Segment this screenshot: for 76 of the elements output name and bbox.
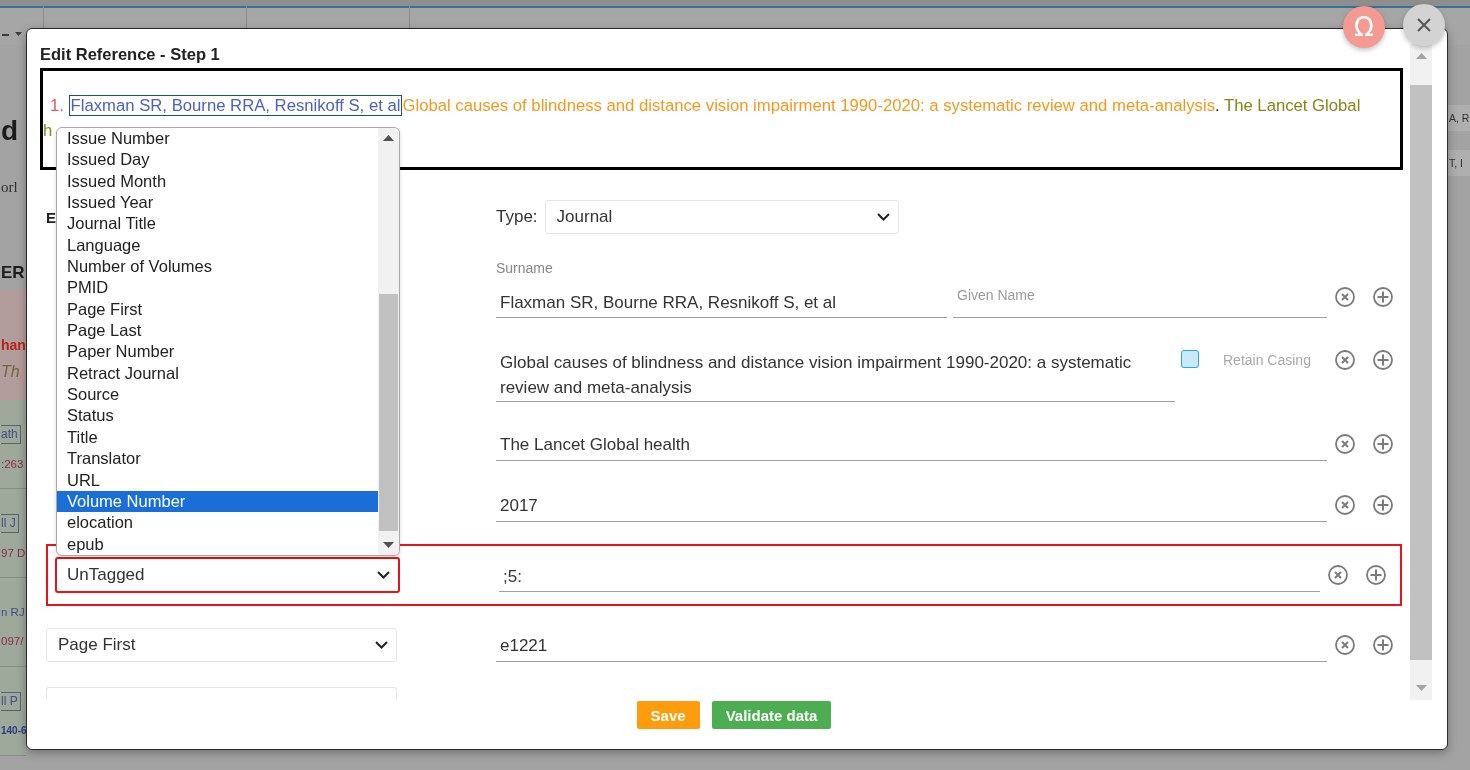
chevron-down-icon (377, 571, 390, 579)
dropdown-option[interactable]: Volume Number (57, 490, 378, 513)
citation-text: :263 (1, 457, 24, 472)
dialog-title: Edit Reference - Step 1 (40, 45, 221, 64)
remove-icon[interactable] (1335, 494, 1355, 515)
dropdown-option[interactable]: Retract Journal (57, 362, 378, 385)
remove-icon[interactable] (1335, 350, 1355, 370)
citation-tag: ath (1, 425, 21, 444)
checkbox-label: Retain Casing (1223, 352, 1311, 368)
citation-text: 097/ (1, 634, 24, 649)
dropdown-option[interactable]: Language (57, 234, 378, 257)
field-label: E (46, 208, 56, 226)
dropdown-option[interactable]: Page First (57, 298, 378, 321)
remove-icon[interactable] (1335, 634, 1355, 655)
reference-text: 1. (50, 96, 65, 115)
dropdown-option[interactable]: Journal Title (57, 213, 378, 235)
dropdown-option[interactable]: Issued Year (57, 192, 378, 214)
page-text: A, R (1448, 105, 1470, 131)
reference-text: . (1215, 96, 1221, 115)
dropdown-option[interactable]: elocation (57, 512, 378, 534)
dropdown-option[interactable]: URL (57, 469, 378, 491)
add-icon[interactable] (1373, 494, 1393, 515)
remove-icon[interactable] (1335, 433, 1355, 454)
text-input[interactable]: ;5: (499, 558, 1320, 592)
tag-select[interactable]: Page First (46, 627, 397, 662)
outlined-reference-text: Flaxman SR, Bourne RRA, Resnikoff S, et al (68, 95, 403, 116)
dropdown-option[interactable]: Number of Volumes (57, 256, 378, 278)
text-input[interactable]: The Lancet Global health (496, 426, 1327, 461)
chevron-down-icon (375, 640, 388, 649)
dropdown-option[interactable]: Translator (57, 448, 378, 470)
close-icon (1416, 17, 1432, 33)
dropdown-option[interactable]: Issued Month (57, 170, 378, 193)
reference-text: The Lancet Global (1223, 96, 1361, 115)
citation-text: 97 D (1, 546, 26, 561)
scrollbar-thumb[interactable] (379, 294, 398, 531)
page-text: T, I (1448, 150, 1470, 176)
citation-text: n RJ (1, 605, 25, 620)
scrollbar[interactable] (378, 128, 399, 555)
citation-text: 140-6 (1, 724, 27, 738)
arrow-down-icon[interactable] (383, 542, 394, 548)
dropdown-option[interactable]: Paper Number (57, 341, 378, 363)
surname-input[interactable]: Flaxman SR, Bourne RRA, Resnikoff S, et al (496, 284, 947, 318)
reference-text: h (43, 121, 53, 140)
page-heading: d (1, 114, 19, 148)
dropdown-option[interactable]: Page Last (57, 320, 378, 342)
dropdown-option[interactable]: Source (57, 384, 378, 406)
page-heading: ER (1, 262, 25, 284)
tag-select[interactable]: UnTagged (55, 557, 400, 593)
field-label: Surname (496, 260, 553, 276)
remove-icon[interactable] (1335, 287, 1355, 307)
alert-text: Th (1, 362, 20, 382)
arrow-up-icon[interactable] (383, 135, 394, 141)
dropdown-option[interactable]: PMID (57, 277, 378, 299)
add-icon[interactable] (1366, 565, 1386, 585)
dropdown-option[interactable]: Title (57, 426, 378, 449)
chevron-down-icon (876, 213, 890, 221)
text-input[interactable]: e1221 (496, 627, 1327, 662)
remove-icon[interactable] (1328, 565, 1348, 585)
type-select[interactable]: Journal (544, 200, 899, 234)
text-input[interactable]: 2017 (496, 487, 1327, 522)
add-icon[interactable] (1373, 634, 1393, 655)
citation-tag: ll P (1, 692, 21, 711)
page-text: orl (1, 178, 18, 196)
given-name-input[interactable]: Given Name (953, 284, 1327, 318)
dropdown-option[interactable]: Issue Number (57, 128, 378, 150)
dropdown-option[interactable]: Status (57, 405, 378, 427)
dropdown-option[interactable]: epub (57, 533, 378, 555)
checkbox[interactable] (1181, 350, 1199, 368)
add-icon[interactable] (1373, 287, 1393, 307)
field-label: Type: (496, 207, 538, 227)
reference-text: Global causes of blindness and distance vision impairment 1990-2020: a systematic review and meta-analysis (402, 96, 1215, 115)
alert-text: han (1, 336, 26, 354)
add-icon[interactable] (1373, 350, 1393, 370)
add-icon[interactable] (1373, 433, 1393, 454)
dropdown-option[interactable]: Issued Day (57, 149, 378, 171)
citation-tag: ll J (1, 514, 19, 533)
